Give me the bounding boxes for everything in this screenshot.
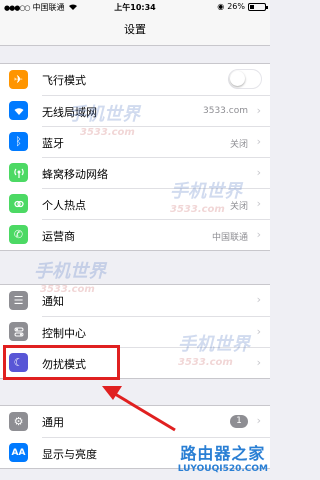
row-label: 显示与亮度 bbox=[42, 448, 97, 461]
settings-row-bluetooth[interactable]: ᛒ 蓝牙 关闭 › bbox=[0, 126, 270, 157]
row-label: 蓝牙 bbox=[42, 137, 64, 150]
chevron-right-icon: › bbox=[256, 356, 261, 369]
alarm-icon: ◉ bbox=[217, 2, 225, 11]
cellular-icon bbox=[9, 163, 28, 182]
notifications-icon: ☰ bbox=[9, 291, 28, 310]
bluetooth-icon: ᛒ bbox=[9, 132, 28, 151]
status-right: ◉ 26% bbox=[217, 2, 268, 11]
battery-level bbox=[250, 4, 254, 9]
settings-row-cellular[interactable]: 蜂窝移动网络 › bbox=[0, 157, 270, 188]
row-value: 3533.com bbox=[203, 106, 248, 116]
page-title: 设置 bbox=[124, 23, 146, 36]
update-badge: 1 bbox=[230, 415, 248, 428]
settings-group-connectivity: ✈ 飞行模式 无线局域网 3533.com › ᛒ 蓝牙 关闭 › 蜂窝移动网络… bbox=[0, 63, 270, 251]
chevron-right-icon: › bbox=[256, 135, 261, 148]
row-label: 通知 bbox=[42, 295, 64, 308]
toggle-knob bbox=[230, 71, 245, 86]
row-label: 个人热点 bbox=[42, 199, 86, 212]
chevron-right-icon: › bbox=[256, 414, 261, 427]
row-label: 蜂窝移动网络 bbox=[42, 168, 108, 181]
row-label: 通用 bbox=[42, 416, 64, 429]
brand-url: LUYOUQI520.COM bbox=[177, 464, 268, 474]
row-value: 关闭 bbox=[229, 202, 248, 212]
row-value: 关闭 bbox=[229, 140, 248, 150]
settings-row-carrier[interactable]: ✆ 运营商 中国联通 › bbox=[0, 219, 270, 250]
battery-icon bbox=[248, 2, 268, 11]
airplane-icon: ✈ bbox=[9, 70, 28, 89]
battery-percent: 26% bbox=[227, 2, 245, 11]
phone-icon: ✆ bbox=[9, 225, 28, 244]
hotspot-icon bbox=[9, 194, 28, 213]
brand-logo: 路由器之家 LUYOUQI520.COM bbox=[178, 440, 268, 474]
chevron-right-icon: › bbox=[256, 325, 261, 338]
settings-row-wifi[interactable]: 无线局域网 3533.com › bbox=[0, 95, 270, 126]
control-center-icon bbox=[9, 322, 28, 341]
chevron-right-icon: › bbox=[256, 197, 261, 210]
wifi-icon bbox=[9, 101, 28, 120]
settings-row-airplane[interactable]: ✈ 飞行模式 bbox=[0, 64, 270, 95]
airplane-toggle[interactable] bbox=[228, 69, 262, 89]
settings-row-notifications[interactable]: ☰ 通知 › bbox=[0, 285, 270, 316]
settings-row-control-center[interactable]: 控制中心 › bbox=[0, 316, 270, 347]
settings-row-general[interactable]: ⚙ 通用 1 › bbox=[0, 406, 270, 437]
status-bar: ●●●○○ 中国联通 上午10:34 ◉ 26% bbox=[0, 0, 270, 14]
watermark-site: 手机世界 bbox=[34, 261, 106, 282]
settings-row-hotspot[interactable]: 个人热点 关闭 › bbox=[0, 188, 270, 219]
chevron-right-icon: › bbox=[256, 228, 261, 241]
chevron-right-icon: › bbox=[256, 166, 261, 179]
row-label: 飞行模式 bbox=[42, 74, 86, 87]
chevron-right-icon: › bbox=[256, 104, 261, 117]
chevron-right-icon: › bbox=[256, 293, 261, 306]
row-value: 中国联通 bbox=[211, 233, 248, 243]
row-label: 无线局域网 bbox=[42, 106, 97, 119]
row-label: 运营商 bbox=[42, 230, 75, 243]
display-icon: AA bbox=[9, 443, 28, 462]
row-label: 控制中心 bbox=[42, 327, 86, 340]
brand-name: 路由器之家 bbox=[180, 444, 266, 463]
highlight-box bbox=[3, 345, 120, 380]
gear-icon: ⚙ bbox=[9, 412, 28, 431]
nav-bar: 设置 bbox=[0, 14, 270, 46]
